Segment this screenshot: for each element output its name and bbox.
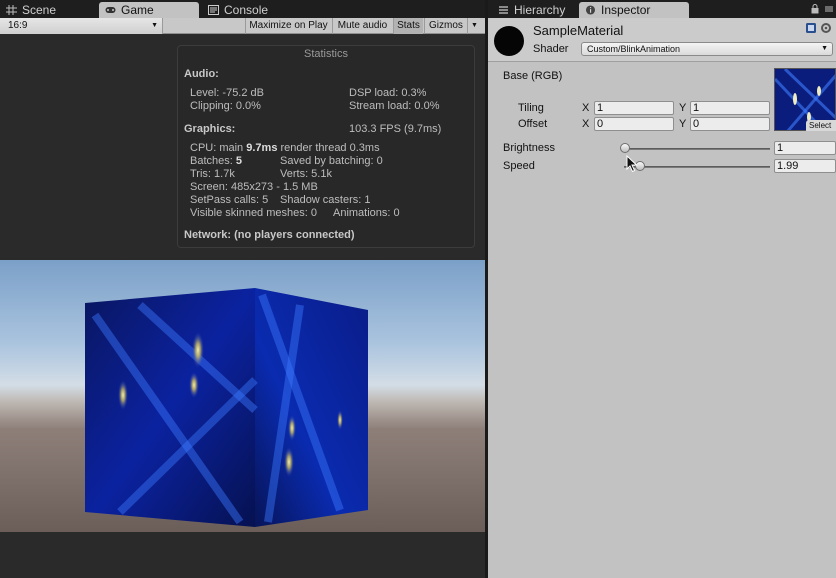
speed-slider-track[interactable]: [624, 166, 770, 168]
dsp-load: DSP load: 0.3%: [349, 87, 427, 99]
cpu-readout: CPU: main 9.7ms render thread 0.3ms: [190, 142, 380, 154]
graphics-header: Graphics:: [184, 123, 236, 135]
tab-game-label: Game: [121, 3, 154, 17]
batches-prefix: Batches:: [190, 155, 236, 167]
lock-icon[interactable]: [810, 4, 820, 14]
tiling-y-field[interactable]: 1: [690, 101, 770, 115]
tab-scene-label: Scene: [22, 3, 57, 17]
stream-load: Stream load: 0.0%: [349, 100, 440, 112]
tab-scene[interactable]: Scene: [0, 2, 96, 18]
offset-x-label: X: [582, 118, 590, 130]
visible-skinned-readout: Visible skinned meshes: 0: [190, 207, 317, 219]
tiling-x-label: X: [582, 102, 590, 114]
shader-label: Shader: [533, 43, 569, 55]
tab-console-label: Console: [224, 3, 269, 17]
stats-button[interactable]: Stats: [393, 18, 423, 34]
gizmos-caret-icon[interactable]: ▼: [467, 18, 481, 34]
audio-header: Audio:: [184, 68, 219, 80]
fps-readout: 103.3 FPS (9.7ms): [349, 123, 442, 135]
tiling-label: Tiling: [518, 102, 544, 114]
cpu-prefix: CPU: main: [190, 142, 247, 154]
shader-dropdown[interactable]: Custom/BlinkAnimation ▼: [581, 42, 833, 56]
inspector-panel: Hierarchy Inspector SampleMaterial Shade…: [488, 0, 836, 578]
screen-readout: Screen: 485x273 - 1.5 MB: [190, 181, 318, 193]
tris-readout: Tris: 1.7k: [190, 168, 235, 180]
tab-hierarchy[interactable]: Hierarchy: [492, 2, 584, 18]
shadow-casters-readout: Shadow casters: 1: [280, 194, 371, 206]
offset-y-field[interactable]: 0: [690, 117, 770, 131]
game-panel: Scene Game Console 16:9 ▼ Maximize on Pl…: [0, 0, 485, 578]
left-tabbar: Scene Game Console: [0, 0, 485, 18]
animations-readout: Animations: 0: [333, 207, 400, 219]
tiling-y-label: Y: [679, 102, 687, 114]
aspect-value: 16:9: [8, 20, 28, 31]
setpass-readout: SetPass calls: 5: [190, 194, 269, 206]
material-header: SampleMaterial Shader Custom/BlinkAnimat…: [488, 18, 836, 62]
material-name: SampleMaterial: [533, 23, 624, 38]
speed-field[interactable]: 1.99: [774, 159, 836, 173]
tab-game[interactable]: Game: [99, 2, 199, 18]
network-readout: Network: (no players connected): [184, 229, 355, 241]
blue-cube: [85, 288, 368, 527]
tiling-x-field[interactable]: 1: [594, 101, 674, 115]
saved-by-batching: Saved by batching: 0: [280, 155, 383, 167]
speed-label: Speed: [503, 160, 535, 172]
rendered-scene: [0, 260, 485, 532]
offset-label: Offset: [518, 118, 548, 130]
brightness-field[interactable]: 1: [774, 141, 836, 155]
gizmos-button[interactable]: Gizmos: [424, 18, 470, 34]
caret-down-icon: ▼: [151, 22, 158, 29]
batches-readout: Batches: 5: [190, 155, 242, 167]
brightness-slider-track[interactable]: [624, 148, 770, 150]
tab-inspector-label: Inspector: [601, 3, 651, 17]
tab-console[interactable]: Console: [202, 2, 302, 18]
statistics-panel: Statistics Audio: Level: -75.2 dB Clippi…: [177, 45, 475, 248]
verts-readout: Verts: 5.1k: [280, 168, 332, 180]
material-preview-sphere: [494, 26, 524, 56]
aspect-dropdown[interactable]: 16:9 ▼: [0, 18, 163, 34]
shader-value: Custom/BlinkAnimation: [587, 44, 681, 54]
brightness-label: Brightness: [503, 142, 555, 154]
brightness-slider-knob[interactable]: [620, 143, 630, 153]
caret-down-icon: ▼: [821, 45, 828, 52]
maximize-on-play-button[interactable]: Maximize on Play: [245, 18, 331, 34]
batches-value: 5: [235, 155, 242, 167]
panel-menu-icon[interactable]: [824, 4, 834, 14]
scene-grid-icon: [6, 5, 17, 15]
info-icon: [585, 5, 596, 15]
game-viewport[interactable]: Statistics Audio: Level: -75.2 dB Clippi…: [0, 35, 485, 578]
tab-hierarchy-label: Hierarchy: [514, 3, 566, 17]
mute-audio-button[interactable]: Mute audio: [332, 18, 392, 34]
game-toolbar: 16:9 ▼ Maximize on Play Mute audio Stats…: [0, 18, 485, 34]
hierarchy-icon: [499, 6, 508, 14]
offset-y-label: Y: [679, 118, 687, 130]
game-controller-icon: [105, 7, 116, 13]
offset-x-field[interactable]: 0: [594, 117, 674, 131]
texture-select-button[interactable]: Select: [806, 120, 836, 131]
statistics-title: Statistics: [303, 48, 348, 60]
audio-clipping: Clipping: 0.0%: [190, 100, 261, 112]
right-tabbar: Hierarchy Inspector: [488, 0, 836, 18]
help-book-icon[interactable]: [805, 22, 817, 34]
console-icon: [208, 5, 219, 15]
base-rgb-label: Base (RGB): [503, 70, 563, 82]
audio-level: Level: -75.2 dB: [190, 87, 264, 99]
mouse-cursor-icon: [626, 155, 638, 173]
cpu-main: 9.7ms: [246, 142, 278, 154]
cpu-suffix: render thread 0.3ms: [277, 142, 380, 154]
tab-inspector[interactable]: Inspector: [579, 2, 689, 18]
settings-gear-icon[interactable]: [820, 22, 832, 34]
